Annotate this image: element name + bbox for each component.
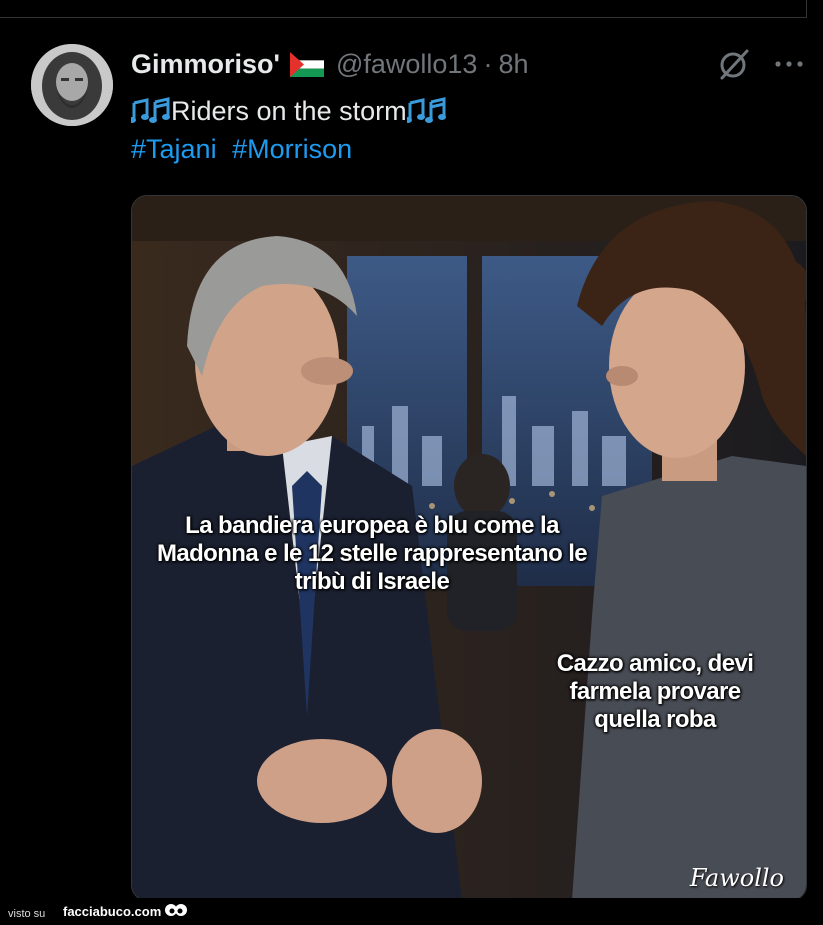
user-handle[interactable]: @fawollo13 xyxy=(336,49,478,80)
watermark-site: facciabuco.com xyxy=(63,904,162,919)
more-icon[interactable] xyxy=(772,52,806,76)
post-time[interactable]: 8h xyxy=(498,49,528,80)
hashtag-tajani[interactable]: #Tajani xyxy=(131,134,217,164)
display-name[interactable]: Gimmoriso' xyxy=(131,49,280,80)
separator-dot: · xyxy=(483,48,493,79)
hashtag-morrison[interactable]: #Morrison xyxy=(232,134,352,164)
grok-icon[interactable] xyxy=(716,46,752,82)
hashtags: #Tajani #Morrison xyxy=(131,134,352,165)
post-image[interactable]: La bandiera europea è blu come la Madonn… xyxy=(131,195,807,901)
post-text-line: Riders on the storm xyxy=(128,91,447,131)
right-divider xyxy=(806,0,807,18)
music-notes-icon xyxy=(403,97,447,125)
avatar-image xyxy=(31,44,113,126)
avatar[interactable] xyxy=(31,44,113,126)
palestine-flag-icon xyxy=(289,51,324,77)
caption-right: Cazzo amico, devi farmela provare quella… xyxy=(556,650,754,733)
top-divider xyxy=(0,17,806,18)
watermark-prefix: visto su xyxy=(8,908,46,920)
signature: Fawollo xyxy=(689,864,784,892)
post-text: Riders on the storm xyxy=(171,95,407,126)
post-header: Gimmoriso' @fawollo13 · 8h xyxy=(131,46,529,82)
eyes-icon xyxy=(164,902,188,920)
music-notes-icon xyxy=(128,97,171,125)
caption-left: La bandiera europea è blu come la Madonn… xyxy=(156,512,588,595)
